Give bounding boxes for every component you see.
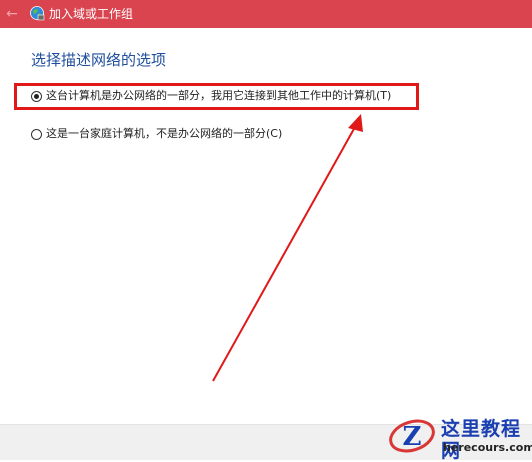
z-logo-icon: Z bbox=[389, 419, 435, 453]
watermark-en: herecours.com bbox=[443, 441, 532, 454]
svg-text:Z: Z bbox=[403, 422, 422, 452]
annotation-arrow bbox=[212, 114, 363, 382]
watermark-cn: 这里教程网 bbox=[441, 418, 522, 462]
